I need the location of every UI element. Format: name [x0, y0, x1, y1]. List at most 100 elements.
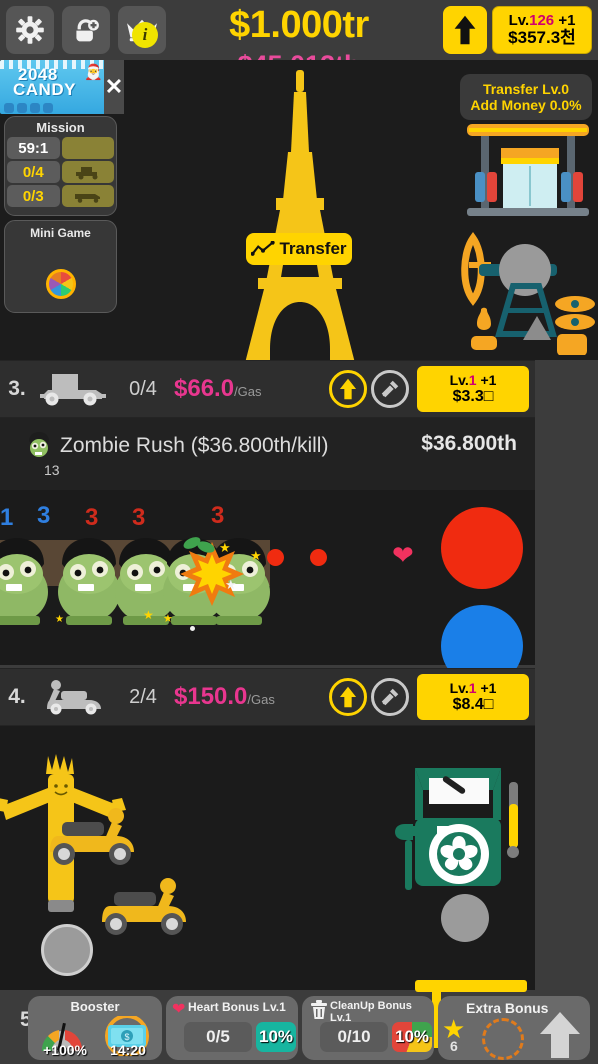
cleanup-bonus-count: 0/10 [320, 1022, 388, 1052]
zombie-rush-counter: 13 [44, 462, 60, 478]
extra-bonus-panel[interactable]: Extra Bonus ★ 6 [438, 996, 590, 1060]
wrench-icon [381, 380, 399, 398]
arrow-up-icon[interactable] [536, 1010, 584, 1060]
level-badge[interactable]: Lv.126 +1 $357.3천 [492, 6, 592, 54]
damage-number: 3 [211, 502, 225, 529]
cleanup-bonus-percent[interactable]: 10% [392, 1022, 432, 1052]
row-repair-button[interactable] [371, 678, 409, 716]
mission-row: 0/3 [7, 185, 114, 207]
row-price: $66.0/Gas [174, 375, 262, 402]
ad-image[interactable]: 2048 CANDY 🎅 [0, 60, 108, 114]
mission-row: 59:1 [7, 137, 114, 159]
wrench-icon [381, 688, 399, 706]
manhole-circle [41, 924, 93, 976]
oil-pump-icon [461, 231, 595, 356]
scooter-shape [47, 680, 101, 715]
zombie-rush-amount: $36.800th [421, 432, 517, 455]
heart-bonus-percent[interactable]: 10% [256, 1022, 296, 1052]
gas-pump-machine-icon [395, 768, 519, 942]
row-repair-button[interactable] [371, 370, 409, 408]
heart-bonus-panel[interactable]: ❤ Heart Bonus Lv.1 0/5 10% [166, 996, 298, 1060]
cleanup-bonus-title: CleanUp Bonus Lv.1 [330, 1000, 412, 1024]
heart-bonus-title: Heart Bonus Lv.1 [188, 1000, 286, 1014]
spark-particle: ★ [163, 613, 173, 625]
trash-icon [311, 1000, 327, 1019]
minigame-panel[interactable]: Mini Game [4, 220, 117, 313]
spark-particle: ★ [219, 540, 231, 555]
row-upgrade-button[interactable] [329, 678, 367, 716]
ring-icon[interactable] [482, 1018, 524, 1060]
row-level-button[interactable]: Lv.1 +1 $3.3□ [417, 366, 529, 412]
red-target-circle[interactable] [441, 507, 523, 589]
mission-count-1: 0/4 [7, 161, 60, 183]
damage-number: 1 [0, 504, 14, 531]
row-count: 2/4 [129, 685, 157, 708]
ad-title-line2: CANDY [13, 80, 76, 99]
global-upgrade-button[interactable] [443, 6, 487, 54]
zombie-head-icon [29, 432, 49, 457]
heart-icon: ❤ [392, 540, 414, 570]
arrow-up-icon [339, 686, 357, 708]
extra-bonus-count: 6 [450, 1038, 458, 1054]
cart-icon [74, 194, 100, 203]
scooter-play-area[interactable] [0, 726, 535, 990]
spin-wheel-icon[interactable] [45, 269, 76, 299]
minigame-title: Mini Game [30, 226, 91, 240]
vehicle-row-4[interactable]: 4. 2/4 $150.0/Gas Lv.1 +1 $8.4□ [0, 668, 535, 726]
row-level-line: Lv.1 +1 [449, 679, 497, 696]
zombie-sprite [0, 538, 48, 625]
spark-particle: ★ [225, 577, 237, 592]
gas-station-icon [467, 124, 589, 216]
vehicle-row-3[interactable]: 3. 0/4 $66.0/Gas Lv.1 +1 $3.3□ [0, 360, 535, 418]
line-chart-icon [251, 241, 276, 256]
transfer-button[interactable]: Transfer [246, 233, 352, 265]
zombie-rush-title: Zombie Rush ($36.800th/kill) [60, 434, 329, 457]
damage-number: 3 [85, 504, 99, 531]
level-cost: $357.3천 [508, 27, 576, 47]
svg-text:$: $ [124, 1032, 129, 1042]
old-car-icon [34, 372, 112, 406]
mission-title: Mission [36, 120, 85, 135]
zombie-rush-header: Zombie Rush ($36.800th/kill) [26, 432, 328, 460]
spark-particle: ★ [55, 614, 64, 625]
booster-title: Booster [70, 999, 120, 1014]
mission-panel[interactable]: Mission 59:1 0/4 0/3 [4, 116, 117, 216]
scooter-sprite [102, 878, 186, 935]
ad-banner[interactable]: 2048 CANDY 🎅 ✕ [0, 60, 124, 114]
old-car-shape [40, 374, 106, 406]
eiffel-tower-icon [244, 70, 356, 367]
transfer-status-panel[interactable]: Transfer Lv.0 Add Money 0.0% [460, 74, 592, 120]
level-line: Lv.126 +1 [508, 11, 576, 29]
row-level-button[interactable]: Lv.1 +1 $8.4□ [417, 674, 529, 720]
mission-goal-2 [61, 185, 114, 207]
mission-timer: 59:1 [7, 137, 60, 159]
damage-number: 3 [132, 504, 146, 531]
damage-number: 3 [37, 502, 51, 529]
arrow-up-icon [339, 378, 357, 400]
zombie-rush-banner[interactable]: Zombie Rush ($36.800th/kill) $36.800th 1… [0, 418, 535, 490]
eiffel-tower [236, 70, 364, 370]
scooter-icon [34, 679, 112, 715]
ad-close-button[interactable]: ✕ [104, 60, 124, 114]
arrow-up-icon [454, 15, 476, 45]
projectile [310, 549, 327, 566]
transfer-add-money: Add Money 0.0% [470, 97, 582, 113]
row-level-line: Lv.1 +1 [449, 371, 497, 388]
zombie-play-area[interactable]: 1 3 3 3 3 ★ ★ ★ ★ ★ ★ ❤ [0, 490, 535, 687]
row-number: 3. [8, 377, 26, 400]
mission-goal-1 [61, 161, 114, 183]
heart-icon: ❤ [172, 1001, 186, 1018]
row-upgrade-button[interactable] [329, 370, 367, 408]
heart-bonus-count: 0/5 [184, 1022, 252, 1052]
row-level-cost: $3.3□ [452, 387, 494, 405]
oil-rig [455, 230, 595, 356]
city-scene: 2048 CANDY 🎅 ✕ Mission 59:1 0/4 0/3 Mini… [0, 60, 598, 416]
mission-row: 0/4 [7, 161, 114, 183]
booster-panel[interactable]: Booster +100% $ 14:20 [28, 996, 162, 1060]
bottom-bonus-bar: 5 Booster +100% $ 14:20 ❤ Heart Bonus Lv… [0, 980, 598, 1064]
leaf-icon [183, 537, 215, 553]
gas-station-building [465, 122, 591, 222]
row-level-cost: $8.4□ [452, 695, 494, 713]
booster-percent: +100% [43, 1042, 87, 1058]
cleanup-bonus-panel[interactable]: CleanUp Bonus Lv.1 0/10 10% [302, 996, 434, 1060]
